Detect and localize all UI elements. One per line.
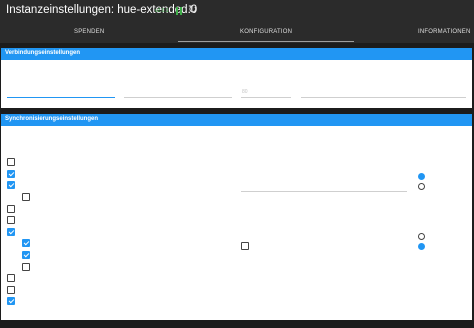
checkbox[interactable] — [7, 297, 15, 305]
checkbox[interactable] — [241, 242, 249, 250]
connection-panel: Verbindungseinstellungen 80 — [1, 48, 472, 108]
radio-button[interactable] — [418, 233, 425, 240]
user-field[interactable] — [124, 86, 232, 98]
host-field[interactable] — [7, 86, 115, 98]
radio-button[interactable] — [418, 183, 425, 190]
sync-panel-title: Synchronisierungseinstellungen — [5, 116, 99, 122]
key-field[interactable] — [301, 86, 466, 98]
checkbox[interactable] — [22, 263, 30, 271]
checkbox[interactable] — [7, 181, 15, 189]
port-field[interactable]: 80 — [241, 86, 291, 98]
pause-icon[interactable] — [176, 7, 183, 15]
checkbox[interactable] — [7, 205, 15, 213]
connection-panel-header: Verbindungseinstellungen — [1, 48, 472, 60]
sync-interval-field[interactable] — [241, 180, 407, 192]
reload-icon[interactable]: ↻ — [188, 4, 197, 16]
checkbox[interactable] — [7, 228, 15, 236]
active-tab-indicator — [178, 41, 354, 42]
tab-konfiguration[interactable]: KONFIGURATION — [240, 29, 292, 35]
sync-panel-header: Synchronisierungseinstellungen — [1, 114, 472, 126]
bottom-bar — [0, 322, 474, 328]
radio-button[interactable] — [418, 173, 425, 180]
checkbox[interactable] — [7, 216, 15, 224]
checkbox[interactable] — [7, 286, 15, 294]
checkbox[interactable] — [22, 251, 30, 259]
checkbox[interactable] — [22, 193, 30, 201]
tab-informationen[interactable]: INFORMATIONEN — [418, 29, 471, 35]
version-badge: v2.0.1 — [155, 8, 169, 14]
sync-panel: Synchronisierungseinstellungen — [1, 114, 472, 320]
checkbox[interactable] — [7, 274, 15, 282]
checkbox[interactable] — [22, 239, 30, 247]
tab-bar: SPENDEN KONFIGURATION INFORMATIONEN — [0, 22, 474, 43]
checkbox[interactable] — [7, 170, 15, 178]
tab-spenden[interactable]: SPENDEN — [74, 29, 104, 35]
radio-button[interactable] — [418, 243, 425, 250]
checkbox[interactable] — [7, 158, 15, 166]
title-bar: Instanzeinstellungen: hue-extended.0 v2.… — [0, 0, 474, 22]
connection-panel-title: Verbindungseinstellungen — [5, 50, 81, 56]
